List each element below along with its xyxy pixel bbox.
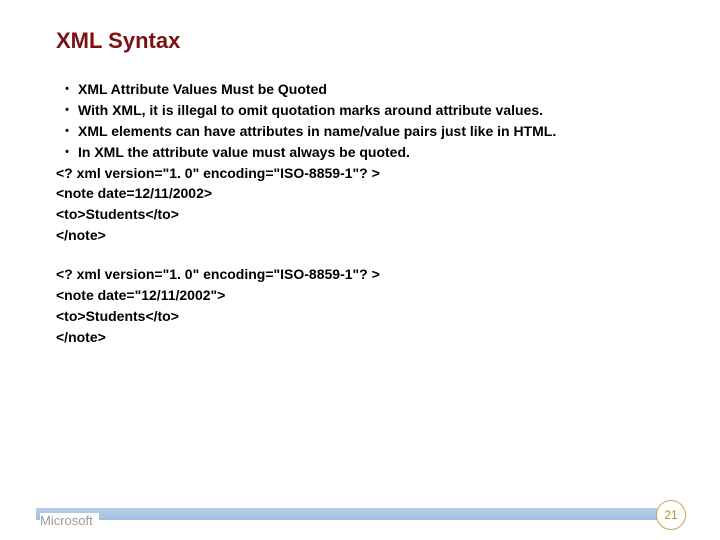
bullet-item: • XML Attribute Values Must be Quoted [56, 80, 664, 99]
bullet-text: In XML the attribute value must always b… [78, 143, 664, 162]
code-line: <? xml version="1. 0" encoding="ISO-8859… [56, 265, 664, 284]
code-line: <note date=12/11/2002> [56, 184, 664, 203]
code-line: <to>Students</to> [56, 205, 664, 224]
bullet-item: • With XML, it is illegal to omit quotat… [56, 101, 664, 120]
bullet-icon: • [56, 80, 78, 99]
bullet-item: • XML elements can have attributes in na… [56, 122, 664, 141]
code-line: <? xml version="1. 0" encoding="ISO-8859… [56, 164, 664, 183]
bullet-text: XML Attribute Values Must be Quoted [78, 80, 664, 99]
code-line: </note> [56, 328, 664, 347]
bullet-text: With XML, it is illegal to omit quotatio… [78, 101, 664, 120]
slide-footer: Microsoft 21 [0, 500, 720, 528]
code-block-correct: <? xml version="1. 0" encoding="ISO-8859… [56, 265, 664, 347]
footer-brand: Microsoft [40, 513, 99, 528]
slide-content: • XML Attribute Values Must be Quoted • … [56, 80, 664, 347]
slide-title: XML Syntax [56, 28, 664, 54]
bullet-text: XML elements can have attributes in name… [78, 122, 664, 141]
bullet-icon: • [56, 122, 78, 141]
footer-bar [36, 508, 664, 520]
code-line: </note> [56, 226, 664, 245]
page-number: 21 [656, 500, 686, 530]
slide: XML Syntax • XML Attribute Values Must b… [0, 0, 720, 540]
bullet-item: • In XML the attribute value must always… [56, 143, 664, 162]
bullet-icon: • [56, 101, 78, 120]
bullet-icon: • [56, 143, 78, 162]
code-line: <to>Students</to> [56, 307, 664, 326]
code-line: <note date="12/11/2002"> [56, 286, 664, 305]
